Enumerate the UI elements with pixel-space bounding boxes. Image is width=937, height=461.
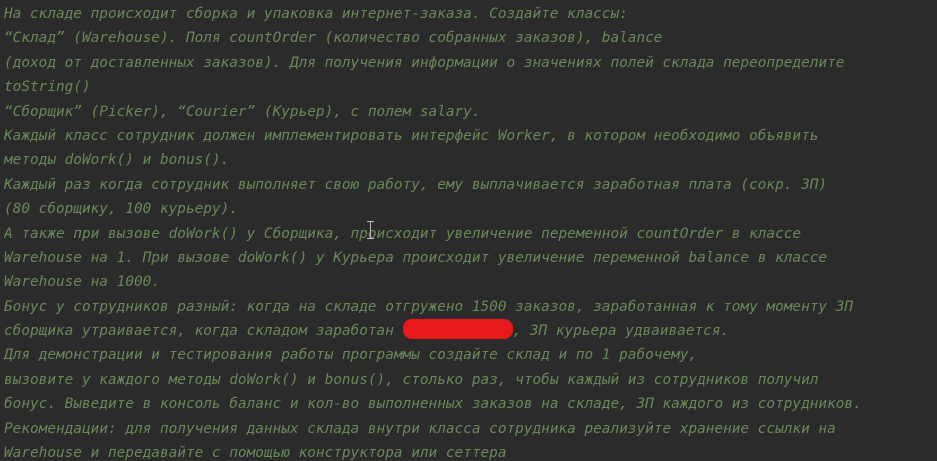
text-line-with-redaction: сборщика утраивается, когда складом зара… — [4, 319, 937, 343]
i-beam-cursor-icon — [367, 221, 374, 239]
text-line: На складе происходит сборка и упаковка и… — [4, 6, 628, 22]
text-line: А также при вызове doWork() у Сборщика, … — [4, 225, 802, 242]
text-line: (доход от доставленных заказов). Для пол… — [4, 54, 845, 71]
text-line: Бонус у сотрудников разный: когда на скл… — [4, 298, 854, 315]
text-line: “Склад” (Warehouse). Поля countOrder (ко… — [4, 30, 663, 47]
text-line: методы doWork() и bonus(). — [4, 152, 230, 169]
text-line: Warehouse на 1000. — [4, 274, 160, 291]
text-line-suffix: , ЗП курьера удваивается. — [512, 323, 730, 340]
text-line: Warehouse и передавайте с помощью констр… — [4, 445, 507, 461]
text-line: бонус. Выведите в консоль баланс и кол-в… — [4, 396, 862, 413]
text-line: (80 сборщику, 100 курьеру). — [4, 201, 238, 218]
text-line: “Сборщик” (Picker), “Courier” (Курьер), … — [4, 103, 481, 120]
text-line: Каждый раз когда сотрудник выполняет сво… — [4, 176, 828, 193]
text-line: Warehouse на 1. При вызове doWork() у Ку… — [4, 249, 828, 266]
text-line: Для демонстрации и тестирования работы п… — [4, 347, 698, 364]
editor-text-area[interactable]: На складе происходит сборка и упаковка и… — [0, 0, 937, 461]
text-line: Рекомендации: для получения данных склад… — [4, 420, 836, 437]
redaction-mark — [402, 319, 513, 340]
text-line: Каждый класс сотрудник должен имплементи… — [4, 127, 819, 144]
text-line: toString() — [4, 79, 91, 96]
text-line: вызовите у каждого методы doWork() и bon… — [4, 371, 819, 388]
text-line-prefix: сборщика утраивается, когда складом зара… — [4, 323, 394, 340]
